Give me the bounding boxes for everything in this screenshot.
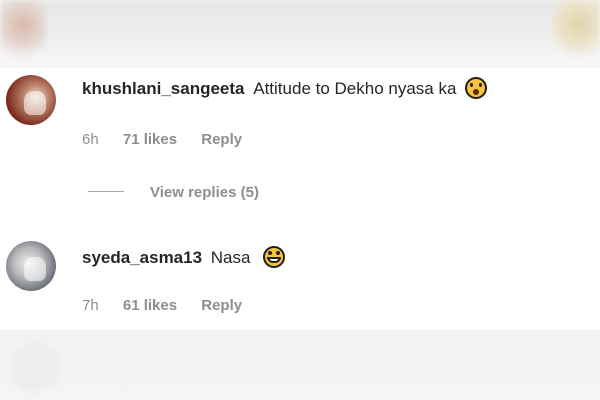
likes-count[interactable]: 71 likes [123,130,177,150]
blurred-avatar [10,342,60,392]
view-replies-button[interactable]: View replies (5) [88,184,259,204]
comment-time: 7h [82,297,99,314]
avatar[interactable] [6,241,56,291]
blurred-next-comment [0,330,600,400]
comment-meta: 6h 71 likes Reply [82,130,242,150]
avatar[interactable] [6,75,56,125]
comment-time: 6h [82,131,99,148]
comment-username[interactable]: khushlani_sangeeta [82,79,245,98]
comment-meta: 7h 61 likes Reply [82,296,242,316]
comment-line: khushlani_sangeeta Attitude to Dekho nya… [82,77,488,101]
comment-text: Nasa [210,248,251,267]
comments-panel: khushlani_sangeeta Attitude to Dekho nya… [0,68,600,330]
likes-count[interactable]: 61 likes [123,296,177,316]
grinning-face-icon [263,246,286,268]
view-replies-label: View replies (5) [150,184,259,201]
reply-button[interactable]: Reply [201,130,242,150]
blurred-emoji [552,0,600,60]
reply-button[interactable]: Reply [201,296,242,316]
astonished-face-icon [465,77,488,99]
replies-divider [88,191,124,192]
comment-username[interactable]: syeda_asma13 [82,248,202,267]
comment-text: Attitude to Dekho nyasa ka [253,79,457,98]
blurred-previous-comment [0,0,600,68]
comment-line: syeda_asma13 Nasa [82,246,286,270]
blurred-avatar [0,0,46,62]
